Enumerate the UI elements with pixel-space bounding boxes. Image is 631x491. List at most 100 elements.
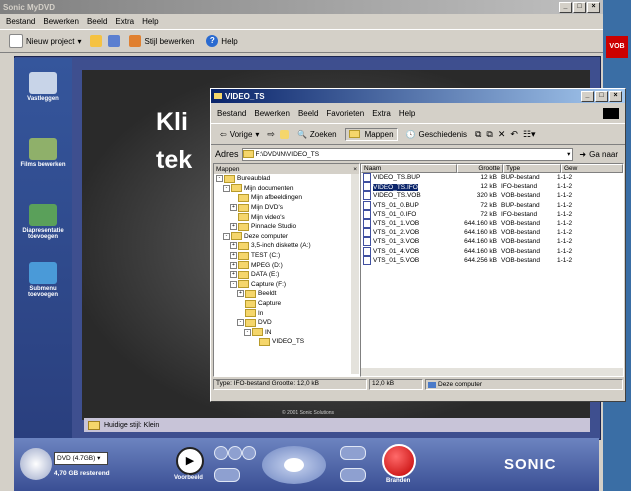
menu-beeld[interactable]: Beeld xyxy=(87,17,107,26)
tree-expander-icon[interactable]: + xyxy=(230,223,237,231)
history-button[interactable]: 🕓 Geschiedenis xyxy=(403,129,470,140)
folders-button[interactable]: Mappen xyxy=(344,127,398,141)
tree-item[interactable]: VIDEO_TS xyxy=(214,337,359,347)
sidebar-item-submenu[interactable]: Submenu toevoegen xyxy=(14,262,72,298)
tree-item[interactable]: - Bureaublad xyxy=(214,174,359,184)
tree-item[interactable]: + TEST (C:) xyxy=(214,251,359,261)
menu-favorieten[interactable]: Favorieten xyxy=(326,109,364,118)
play-preview-button[interactable]: ▶ xyxy=(176,447,204,475)
tree-item[interactable]: + Beeldt xyxy=(214,289,359,299)
home-button[interactable] xyxy=(214,468,240,482)
tree-item[interactable]: In xyxy=(214,308,359,318)
prev-button[interactable] xyxy=(214,446,228,460)
copy-to-icon[interactable]: ⧉ xyxy=(486,129,492,140)
file-row[interactable]: VTS_01_0.IFO 72 kB IFO-bestand 1-1-2 xyxy=(361,209,623,219)
file-row[interactable]: VTS_01_3.VOB 644.160 kB VOB-bestand 1-1-2 xyxy=(361,237,623,247)
address-input[interactable]: F:\DVD\IN\VIDEO_TS ▾ xyxy=(241,147,574,161)
menu-bestand[interactable]: Bestand xyxy=(6,17,35,26)
menu-bewerken[interactable]: Bewerken xyxy=(254,109,290,118)
close-button[interactable]: × xyxy=(587,2,600,13)
tree-scrollbar[interactable] xyxy=(351,174,359,374)
tree-expander-icon[interactable]: - xyxy=(237,319,244,327)
tree-expander-icon[interactable]: - xyxy=(230,280,237,288)
next-button[interactable] xyxy=(242,446,256,460)
tree-item[interactable]: + DATA (E:) xyxy=(214,270,359,280)
file-row[interactable]: VIDEO_TS.VOB 320 kB VOB-bestand 1-1-2 xyxy=(361,191,623,201)
forward-icon[interactable]: ⇨ xyxy=(267,129,275,140)
back-button[interactable]: ⇦ Vorige ▾ xyxy=(217,129,262,140)
tree-close-icon[interactable]: × xyxy=(353,166,357,173)
file-row[interactable]: VTS_01_0.BUP 72 kB BUP-bestand 1-1-2 xyxy=(361,200,623,210)
tree-expander-icon[interactable]: + xyxy=(230,242,237,250)
tree-item[interactable]: - DVD xyxy=(214,318,359,328)
tree-item[interactable]: - Capture (F:) xyxy=(214,280,359,290)
open-folder-icon[interactable] xyxy=(90,35,103,47)
tree-expander-icon[interactable]: + xyxy=(230,261,237,269)
burn-button[interactable] xyxy=(382,444,416,478)
go-button[interactable]: ➜ Ga naar xyxy=(576,149,621,160)
menu-extra[interactable]: Extra xyxy=(372,109,391,118)
file-row[interactable]: VIDEO_TS.BUP 12 kB BUP-bestand 1-1-2 xyxy=(361,173,623,183)
enter-button[interactable] xyxy=(284,458,304,472)
edit-style-button[interactable]: Stijl bewerken xyxy=(126,34,197,48)
menu-bestand[interactable]: Bestand xyxy=(217,109,246,118)
maximize-button[interactable]: □ xyxy=(573,2,586,13)
disc-type-select[interactable]: DVD (4.7GB) ▾ xyxy=(54,452,108,465)
menu-help[interactable]: Help xyxy=(142,17,158,26)
stop-button[interactable] xyxy=(228,446,242,460)
help-button[interactable]: ? Help xyxy=(203,34,240,48)
views-icon[interactable]: ☷▾ xyxy=(523,129,536,140)
tree-item[interactable]: - Mijn documenten xyxy=(214,184,359,194)
explorer-maximize-button[interactable]: □ xyxy=(595,91,608,102)
column-size[interactable]: Grootte xyxy=(457,164,503,173)
sidebar-item-slideshow[interactable]: Diapresentatie toevoegen xyxy=(14,204,72,240)
tree-expander-icon[interactable]: + xyxy=(230,271,237,279)
file-row[interactable]: VTS_01_2.VOB 644.160 kB VOB-bestand 1-1-2 xyxy=(361,228,623,238)
tree-item[interactable]: Mijn afbeeldingen xyxy=(214,193,359,203)
up-folder-icon[interactable] xyxy=(279,129,289,139)
tree-item[interactable]: - Deze computer xyxy=(214,232,359,242)
save-icon[interactable] xyxy=(108,35,121,47)
sidebar-item-movies[interactable]: Films bewerken xyxy=(14,138,72,168)
column-name[interactable]: Naam xyxy=(361,164,457,173)
title-button[interactable] xyxy=(340,468,366,482)
minimize-button[interactable]: _ xyxy=(559,2,572,13)
tree-item[interactable]: + Pinnacle Studio xyxy=(214,222,359,232)
file-row[interactable]: VTS_01_5.VOB 644.256 kB VOB-bestand 1-1-2 xyxy=(361,255,623,265)
menu-extra[interactable]: Extra xyxy=(115,17,134,26)
tree-expander-icon[interactable]: - xyxy=(223,232,230,240)
file-list-scrollbar[interactable] xyxy=(361,368,623,376)
tree-expander-icon[interactable]: + xyxy=(237,290,244,298)
tree-item[interactable]: Capture xyxy=(214,299,359,309)
tree-expander-icon[interactable]: - xyxy=(244,328,251,336)
menu-bewerken[interactable]: Bewerken xyxy=(43,17,79,26)
file-row[interactable]: VTS_01_1.VOB 644.160 kB VOB-bestand 1-1-2 xyxy=(361,219,623,229)
address-dropdown-icon[interactable]: ▾ xyxy=(565,150,572,158)
column-modified[interactable]: Gew xyxy=(561,164,623,173)
search-button[interactable]: 🔍 Zoeken xyxy=(294,129,340,140)
menu-help[interactable]: Help xyxy=(399,109,415,118)
vob-desktop-icon[interactable]: VOB xyxy=(606,36,628,58)
tree-expander-icon[interactable]: - xyxy=(223,184,230,192)
new-project-button[interactable]: Nieuw project ▾ xyxy=(6,33,84,49)
column-type[interactable]: Type xyxy=(503,164,561,173)
move-to-icon[interactable]: ⧉ xyxy=(475,129,481,140)
sidebar-item-capture[interactable]: Vastleggen xyxy=(14,72,72,102)
tree-expander-icon[interactable]: + xyxy=(230,252,237,260)
tree-item[interactable]: +3,5-inch diskette (A:) xyxy=(214,241,359,251)
tree-item[interactable]: + Mijn DVD's xyxy=(214,203,359,213)
explorer-minimize-button[interactable]: _ xyxy=(581,91,594,102)
tree-item[interactable]: - IN xyxy=(214,328,359,338)
menu-beeld[interactable]: Beeld xyxy=(298,109,318,118)
file-row[interactable]: VIDEO_TS.IFO 12 kB IFO-bestand 1-1-2 xyxy=(361,182,623,192)
explorer-close-button[interactable]: × xyxy=(609,91,622,102)
navigation-pad[interactable] xyxy=(262,446,326,484)
tree-expander-icon[interactable]: - xyxy=(216,175,223,183)
tree-item[interactable]: + MPEG (D:) xyxy=(214,260,359,270)
tree-expander-icon[interactable]: + xyxy=(230,204,237,212)
tree-item[interactable]: Mijn video's xyxy=(214,212,359,222)
undo-icon[interactable]: ↶ xyxy=(510,129,518,140)
menu-button[interactable] xyxy=(340,446,366,460)
file-row[interactable]: VTS_01_4.VOB 644.160 kB VOB-bestand 1-1-2 xyxy=(361,246,623,256)
delete-icon[interactable]: ✕ xyxy=(498,129,506,140)
